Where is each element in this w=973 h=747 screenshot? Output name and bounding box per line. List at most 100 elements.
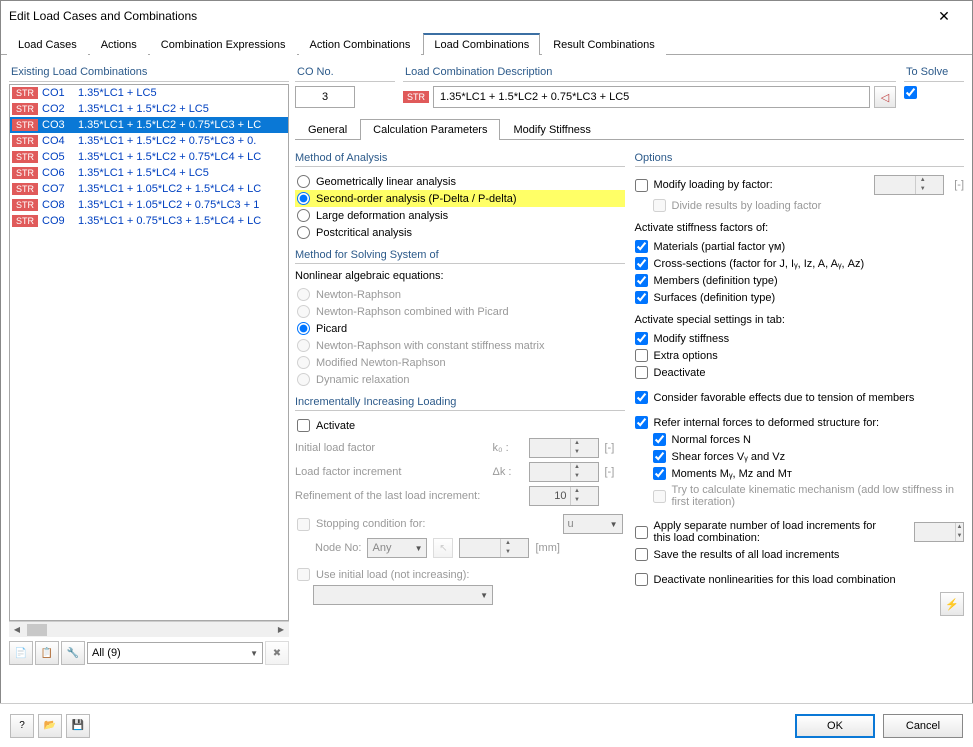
check-shear-forces[interactable]: Shear forces Vᵧ and Vᴢ — [653, 448, 965, 465]
check-kinematic: Try to calculate kinematic mechanism (ad… — [653, 482, 965, 510]
quick-settings-button[interactable]: ⚡ — [940, 592, 964, 616]
to-solve-checkbox[interactable] — [904, 86, 917, 99]
str-badge: STR — [12, 215, 38, 227]
options-group: Options Modify loading by factor: ▲▼ [-]… — [635, 152, 965, 616]
co-id: CO9 — [42, 215, 78, 227]
activate-stiffness-header: Activate stiffness factors of: — [635, 222, 965, 234]
load-increment-label: Load factor increment — [295, 466, 487, 478]
co-desc: 1.35*LC1 + 1.05*LC2 + 0.75*LC3 + 1 — [78, 199, 259, 211]
str-badge: STR — [12, 183, 38, 195]
method-of-analysis-group: Method of Analysis Geometrically linear … — [295, 152, 625, 241]
sort-button[interactable]: 🔧 — [61, 641, 85, 665]
dialog-footer: ? 📂 💾 OK Cancel — [0, 703, 973, 747]
cancel-button[interactable]: Cancel — [883, 714, 963, 738]
list-item[interactable]: STRCO51.35*LC1 + 1.5*LC2 + 0.75*LC4 + LC — [10, 149, 288, 165]
tab-load-combinations[interactable]: Load Combinations — [423, 33, 540, 55]
check-refer-deformed[interactable]: Refer internal forces to deformed struct… — [635, 414, 965, 431]
ok-button[interactable]: OK — [795, 714, 875, 738]
radio-large-deformation[interactable]: Large deformation analysis — [295, 207, 625, 224]
radio-newton-raphson: Newton-Raphson — [295, 286, 625, 303]
co-no-input[interactable] — [295, 86, 355, 108]
list-item[interactable]: STRCO41.35*LC1 + 1.5*LC2 + 0.75*LC3 + 0. — [10, 133, 288, 149]
co-desc-label: Load Combination Description — [403, 63, 896, 82]
modify-loading-row[interactable]: Modify loading by factor: ▲▼ [-] — [635, 173, 965, 197]
check-surfaces[interactable]: Surfaces (definition type) — [635, 289, 965, 306]
list-item[interactable]: STRCO71.35*LC1 + 1.05*LC2 + 1.5*LC4 + LC — [10, 181, 288, 197]
radio-picard[interactable]: Picard — [295, 320, 625, 337]
options-title: Options — [635, 152, 965, 167]
save-button[interactable]: 💾 — [66, 714, 90, 738]
subtab-calculation-parameters[interactable]: Calculation Parameters — [360, 119, 500, 140]
list-item[interactable]: STR CO91.35*LC1 + 0.75*LC3 + 1.5*LC4 + LC — [10, 213, 288, 229]
horizontal-scrollbar[interactable]: ◀ ▶ — [9, 621, 289, 637]
check-deactivate[interactable]: Deactivate — [635, 364, 965, 381]
check-moments[interactable]: Moments Mᵧ, Mᴢ and Mᴛ — [653, 465, 965, 482]
close-button[interactable]: ✕ — [924, 1, 964, 31]
initial-load-input: ▲▼ — [529, 438, 599, 458]
check-separate-increments[interactable]: Apply separate number of load increments… — [635, 518, 965, 546]
separate-increments-input: ▲▼ — [914, 522, 964, 542]
list-item[interactable]: STRCO21.35*LC1 + 1.5*LC2 + LC5 — [10, 101, 288, 117]
check-cross-sections[interactable]: Cross-sections (factor for J, Iᵧ, Iᴢ, A,… — [635, 255, 965, 272]
method-title: Method of Analysis — [295, 152, 625, 167]
list-item[interactable]: STRCO31.35*LC1 + 1.5*LC2 + 0.75*LC3 + LC — [10, 117, 288, 133]
load-combinations-list[interactable]: STRCO11.35*LC1 + LC5STRCO21.35*LC1 + 1.5… — [9, 84, 289, 621]
scroll-thumb[interactable] — [27, 624, 47, 636]
filter-value: All (9) — [92, 647, 121, 659]
co-id: CO4 — [42, 135, 78, 147]
to-solve-label: To Solve — [904, 63, 964, 82]
co-desc: 1.35*LC1 + 0.75*LC3 + 1.5*LC4 + LC — [78, 215, 261, 227]
str-badge: STR — [12, 103, 38, 115]
desc-dropdown-button[interactable]: ◁ — [874, 86, 896, 108]
check-normal-forces[interactable]: Normal forces N — [653, 431, 965, 448]
scroll-right-icon[interactable]: ▶ — [273, 625, 289, 634]
incremental-title: Incrementally Increasing Loading — [295, 396, 625, 411]
node-no-row: Node No: Any▼ ↖ ▲▼ [mm] — [313, 536, 625, 560]
co-id: CO6 — [42, 167, 78, 179]
refinement-input: ▲▼ — [529, 486, 599, 506]
tab-actions[interactable]: Actions — [90, 34, 148, 55]
radio-second-order[interactable]: Second-order analysis (P-Delta / P-delta… — [295, 190, 625, 207]
tab-result-combinations[interactable]: Result Combinations — [542, 34, 666, 55]
open-button[interactable]: 📂 — [38, 714, 62, 738]
radio-linear[interactable]: Geometrically linear analysis — [295, 173, 625, 190]
delete-button[interactable]: ✖ — [265, 641, 289, 665]
copy-button[interactable]: 📋 — [35, 641, 59, 665]
check-save-results[interactable]: Save the results of all load increments — [635, 546, 965, 563]
node-value-input: ▲▼ — [459, 538, 529, 558]
check-members[interactable]: Members (definition type) — [635, 272, 965, 289]
window-title: Edit Load Cases and Combinations — [9, 9, 197, 23]
radio-postcritical[interactable]: Postcritical analysis — [295, 224, 625, 241]
co-id: CO2 — [42, 103, 78, 115]
stopping-condition-row: Stopping condition for: u▼ — [295, 512, 625, 536]
check-extra-options[interactable]: Extra options — [635, 347, 965, 364]
list-item[interactable]: STRCO11.35*LC1 + LC5 — [10, 85, 288, 101]
filter-combo[interactable]: All (9) ▼ — [87, 642, 263, 664]
co-id: CO3 — [42, 119, 78, 131]
scroll-left-icon[interactable]: ◀ — [9, 625, 25, 634]
check-consider-tension[interactable]: Consider favorable effects due to tensio… — [635, 389, 965, 406]
subtab-modify-stiffness[interactable]: Modify Stiffness — [500, 119, 603, 140]
list-item[interactable]: STRCO81.35*LC1 + 1.05*LC2 + 0.75*LC3 + 1 — [10, 197, 288, 213]
stopping-combo: u▼ — [563, 514, 623, 534]
tab-load-cases[interactable]: Load Cases — [7, 34, 88, 55]
subtab-general[interactable]: General — [295, 119, 360, 140]
activate-check[interactable]: Activate — [295, 417, 625, 434]
new-button[interactable]: 📄 — [9, 641, 33, 665]
radio-modified-nr: Modified Newton-Raphson — [295, 354, 625, 371]
existing-combinations-title: Existing Load Combinations — [9, 63, 289, 82]
co-desc-input[interactable] — [433, 86, 870, 108]
chevron-down-icon: ▼ — [250, 649, 258, 658]
check-modify-stiffness[interactable]: Modify stiffness — [635, 330, 965, 347]
load-increment-input: ▲▼ — [529, 462, 599, 482]
tab-combination-expressions[interactable]: Combination Expressions — [150, 34, 297, 55]
radio-nr-picard: Newton-Raphson combined with Picard — [295, 303, 625, 320]
list-item[interactable]: STRCO61.35*LC1 + 1.5*LC4 + LC5 — [10, 165, 288, 181]
tab-action-combinations[interactable]: Action Combinations — [299, 34, 422, 55]
check-materials[interactable]: Materials (partial factor γᴍ) — [635, 238, 965, 255]
help-button[interactable]: ? — [10, 714, 34, 738]
use-initial-load-row: Use initial load (not increasing): — [295, 566, 625, 583]
str-badge: STR — [12, 87, 38, 99]
check-deactivate-nonlin[interactable]: Deactivate nonlinearities for this load … — [635, 571, 965, 588]
solving-group: Method for Solving System of Nonlinear a… — [295, 249, 625, 388]
